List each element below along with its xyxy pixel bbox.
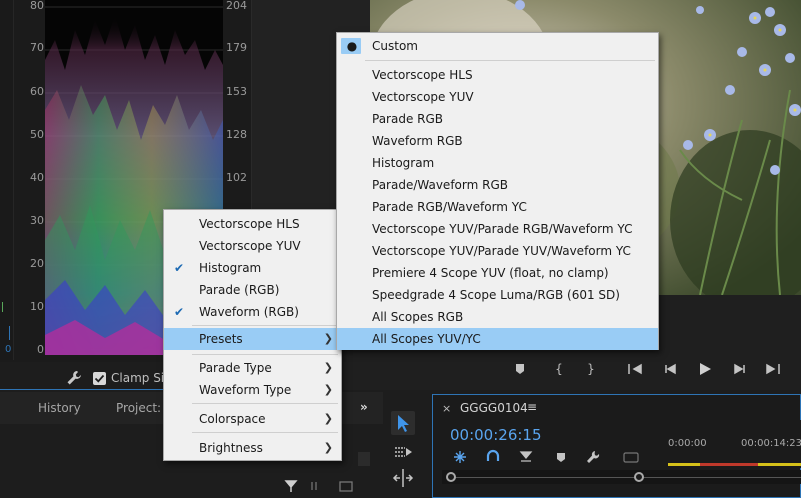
menu-separator	[192, 354, 338, 355]
menu-separator	[365, 60, 655, 61]
go-to-in-icon[interactable]	[626, 360, 644, 378]
waveform-axis-label: 30	[30, 214, 44, 227]
waveform-ire-label: 153	[226, 85, 247, 98]
project-scrollbar[interactable]	[358, 452, 370, 466]
ruler-time-label: 0:00:00	[668, 438, 707, 449]
adjacent-panel-strip: 0	[0, 0, 14, 360]
waveform-ire-label: 102	[226, 171, 247, 184]
sequence-tab-name[interactable]: GGGG0104	[460, 401, 528, 415]
add-marker-icon[interactable]	[514, 360, 526, 378]
preset-all-scopes-rgb[interactable]: All Scopes RGB	[337, 306, 658, 328]
preset-custom[interactable]: ● Custom	[337, 35, 658, 57]
menu-item-parade-rgb[interactable]: Parade (RGB)	[164, 279, 341, 301]
presets-submenu: ● Custom Vectorscope HLS Vectorscope YUV…	[336, 32, 659, 350]
mini-axis-zero: 0	[5, 344, 12, 355]
chevron-right-icon: ❯	[323, 361, 333, 374]
waveform-axis-label: 10	[30, 300, 44, 313]
menu-item-presets[interactable]: Presets ❯	[164, 328, 341, 350]
chevron-right-icon: ❯	[323, 412, 333, 425]
tab-history[interactable]: History	[38, 401, 81, 415]
waveform-axis-label: 60	[30, 85, 44, 98]
preset-histogram[interactable]: Histogram	[337, 152, 658, 174]
ruler-time-label: 00:00:14:23	[741, 438, 801, 449]
panel-overflow-chevron[interactable]: »	[360, 400, 368, 414]
checkmark-icon	[94, 374, 105, 383]
mini-scope-tick	[9, 326, 13, 340]
zoom-scroll-track	[452, 477, 801, 478]
mark-out-icon[interactable]: }	[585, 360, 597, 378]
menu-item-histogram[interactable]: ✔ Histogram	[164, 257, 341, 279]
scope-context-menu: Vectorscope HLS Vectorscope YUV ✔ Histog…	[163, 209, 342, 461]
bullet-icon: ●	[346, 39, 358, 53]
timeline-toolbar	[452, 449, 652, 465]
go-to-out-icon[interactable]	[764, 360, 782, 378]
play-icon[interactable]	[697, 360, 713, 378]
render-bar-unrendered	[700, 463, 758, 466]
checkmark-icon: ✔	[173, 305, 185, 319]
preset-vectorscope-yuv-parade-yuv-waveform-yc[interactable]: Vectorscope YUV/Parade YUV/Waveform YC	[337, 240, 658, 262]
waveform-axis-label: 70	[30, 41, 44, 54]
waveform-axis-label: 20	[30, 257, 44, 270]
preset-vectorscope-hls[interactable]: Vectorscope HLS	[337, 64, 658, 86]
menu-separator	[192, 325, 338, 326]
preset-waveform-rgb[interactable]: Waveform RGB	[337, 130, 658, 152]
step-forward-icon[interactable]	[732, 360, 748, 378]
mark-in-icon[interactable]: {	[553, 360, 565, 378]
preset-speedgrade-4-scope[interactable]: Speedgrade 4 Scope Luma/RGB (601 SD)	[337, 284, 658, 306]
menu-separator	[192, 403, 338, 404]
preset-parade-waveform-rgb[interactable]: Parade/Waveform RGB	[337, 174, 658, 196]
menu-item-waveform-type[interactable]: Waveform Type ❯	[164, 379, 341, 401]
sequence-menu-icon[interactable]: ≡	[527, 400, 537, 414]
waveform-ire-label: 179	[226, 41, 247, 54]
wrench-icon[interactable]	[66, 370, 82, 386]
preset-all-scopes-yuv-yc[interactable]: All Scopes YUV/YC	[337, 328, 658, 350]
mini-scope-tick	[2, 302, 6, 312]
waveform-ire-label: 128	[226, 128, 247, 141]
menu-item-vectorscope-hls[interactable]: Vectorscope HLS	[164, 213, 341, 235]
chevron-right-icon: ❯	[323, 383, 333, 396]
zoom-handle-left[interactable]	[446, 472, 456, 482]
waveform-axis-label: 50	[30, 128, 44, 141]
waveform-ire-label: 204	[226, 0, 247, 12]
preset-parade-rgb[interactable]: Parade RGB	[337, 108, 658, 130]
step-back-icon[interactable]	[662, 360, 678, 378]
selection-tool-icon[interactable]	[391, 411, 415, 435]
menu-item-parade-type[interactable]: Parade Type ❯	[164, 357, 341, 379]
project-bottom-toolbar	[280, 478, 360, 494]
preset-vectorscope-yuv-parade-rgb-waveform-yc[interactable]: Vectorscope YUV/Parade RGB/Waveform YC	[337, 218, 658, 240]
preset-parade-rgb-waveform-yc[interactable]: Parade RGB/Waveform YC	[337, 196, 658, 218]
waveform-axis-label: 40	[30, 171, 44, 184]
waveform-axis-label: 80	[30, 0, 44, 12]
chevron-right-icon: ❯	[323, 332, 333, 345]
menu-item-brightness[interactable]: Brightness ❯	[164, 437, 341, 459]
preset-premiere-4-scope-yuv[interactable]: Premiere 4 Scope YUV (float, no clamp)	[337, 262, 658, 284]
playhead-timecode[interactable]: 00:00:26:15	[450, 426, 542, 444]
menu-separator	[192, 432, 338, 433]
close-sequence-icon[interactable]: ×	[442, 402, 451, 415]
preset-vectorscope-yuv[interactable]: Vectorscope YUV	[337, 86, 658, 108]
menu-item-colorspace[interactable]: Colorspace ❯	[164, 408, 341, 430]
chevron-right-icon: ❯	[323, 441, 333, 454]
clamp-signal-checkbox[interactable]	[93, 372, 106, 385]
track-select-tool-icon[interactable]	[391, 440, 415, 464]
checkmark-icon: ✔	[173, 261, 185, 275]
menu-item-waveform-rgb[interactable]: ✔ Waveform (RGB)	[164, 301, 341, 323]
zoom-handle-right[interactable]	[634, 472, 644, 482]
waveform-axis-label: 0	[37, 343, 44, 356]
ripple-edit-tool-icon[interactable]	[391, 466, 415, 490]
menu-item-vectorscope-yuv[interactable]: Vectorscope YUV	[164, 235, 341, 257]
